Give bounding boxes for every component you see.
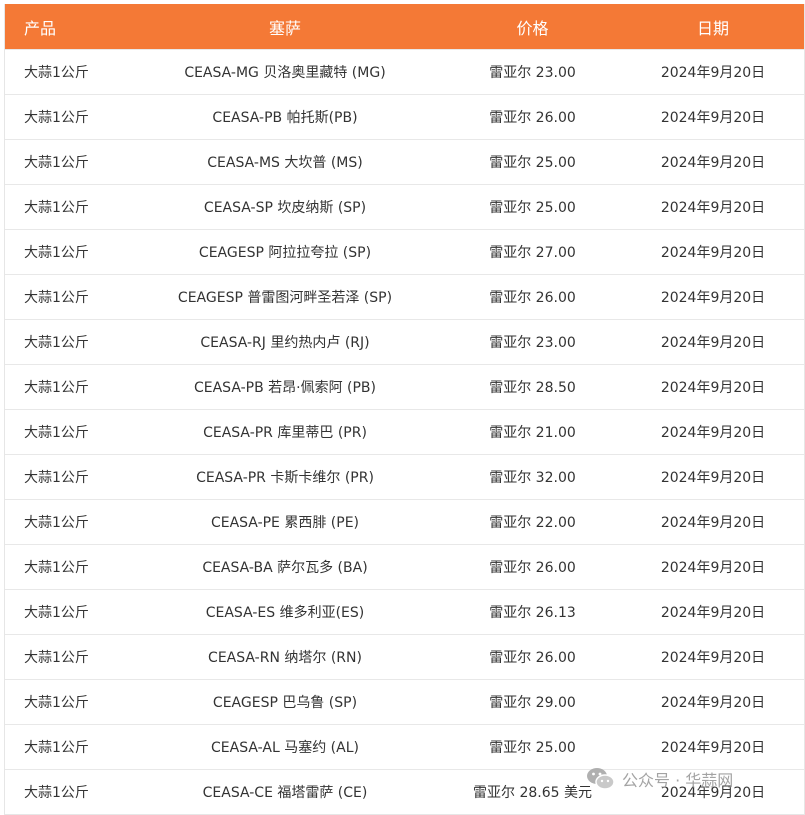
cell-ceasa: CEASA-PB 若昂·佩索阿 (PB) bbox=[127, 364, 443, 410]
cell-ceasa: CEASA-PE 累西腓 (PE) bbox=[127, 499, 443, 545]
cell-product: 大蒜1公斤 bbox=[5, 679, 127, 725]
table-row: 大蒜1公斤 CEASA-ES 维多利亚(ES) 雷亚尔 26.13 2024年9月20… bbox=[5, 589, 804, 635]
cell-date: 2024年9月20日 bbox=[622, 499, 804, 545]
table-row: 大蒜1公斤 CEASA-MS 大坎普 (MS) 雷亚尔 25.00 2024年9月20… bbox=[5, 139, 804, 185]
cell-product: 大蒜1公斤 bbox=[5, 139, 127, 185]
cell-price: 雷亚尔 28.50 bbox=[443, 364, 622, 410]
cell-ceasa: CEAGESP 普雷图河畔圣若泽 (SP) bbox=[127, 274, 443, 320]
cell-product: 大蒜1公斤 bbox=[5, 94, 127, 140]
cell-ceasa: CEASA-RN 纳塔尔 (RN) bbox=[127, 634, 443, 680]
cell-price: 雷亚尔 22.00 bbox=[443, 499, 622, 545]
cell-date: 2024年9月20日 bbox=[622, 184, 804, 230]
cell-ceasa: CEASA-ES 维多利亚(ES) bbox=[127, 589, 443, 635]
table-row: 大蒜1公斤 CEAGESP 普雷图河畔圣若泽 (SP) 雷亚尔 26.00 2024年… bbox=[5, 274, 804, 320]
cell-price: 雷亚尔 26.00 bbox=[443, 544, 622, 590]
cell-product: 大蒜1公斤 bbox=[5, 589, 127, 635]
cell-ceasa: CEASA-PR 卡斯卡维尔 (PR) bbox=[127, 454, 443, 500]
cell-product: 大蒜1公斤 bbox=[5, 274, 127, 320]
table-row: 大蒜1公斤 CEASA-SP 坎皮纳斯 (SP) 雷亚尔 25.00 2024年9月2… bbox=[5, 184, 804, 230]
cell-product: 大蒜1公斤 bbox=[5, 409, 127, 455]
price-table-container: 产品 塞萨 价格 日期 大蒜1公斤 CEASA-MG 贝洛奥里藏特 (MG) 雷亚尔… bbox=[4, 4, 805, 815]
cell-product: 大蒜1公斤 bbox=[5, 319, 127, 365]
table-row: 大蒜1公斤 CEASA-PR 卡斯卡维尔 (PR) 雷亚尔 32.00 2024年9月… bbox=[5, 454, 804, 500]
cell-product: 大蒜1公斤 bbox=[5, 229, 127, 275]
cell-ceasa: CEASA-PB 帕托斯(PB) bbox=[127, 94, 443, 140]
cell-price: 雷亚尔 26.00 bbox=[443, 94, 622, 140]
cell-ceasa: CEASA-PR 库里蒂巴 (PR) bbox=[127, 409, 443, 455]
table-row: 大蒜1公斤 CEAGESP 巴乌鲁 (SP) 雷亚尔 29.00 2024年9月20日 bbox=[5, 679, 804, 725]
header-date: 日期 bbox=[622, 4, 804, 50]
cell-date: 2024年9月20日 bbox=[622, 724, 804, 770]
cell-price: 雷亚尔 32.00 bbox=[443, 454, 622, 500]
cell-product: 大蒜1公斤 bbox=[5, 634, 127, 680]
table-row: 大蒜1公斤 CEASA-PB 帕托斯(PB) 雷亚尔 26.00 2024年9月20日 bbox=[5, 94, 804, 140]
table-row: 大蒜1公斤 CEASA-PE 累西腓 (PE) 雷亚尔 22.00 2024年9月20… bbox=[5, 499, 804, 545]
header-ceasa: 塞萨 bbox=[127, 4, 443, 50]
cell-ceasa: CEASA-BA 萨尔瓦多 (BA) bbox=[127, 544, 443, 590]
table-row: 大蒜1公斤 CEASA-RJ 里约热内卢 (RJ) 雷亚尔 23.00 2024年9月… bbox=[5, 319, 804, 365]
cell-price: 雷亚尔 25.00 bbox=[443, 184, 622, 230]
cell-ceasa: CEASA-CE 福塔雷萨 (CE) bbox=[127, 769, 443, 814]
cell-price: 雷亚尔 26.13 bbox=[443, 589, 622, 635]
cell-product: 大蒜1公斤 bbox=[5, 769, 127, 814]
table-row: 大蒜1公斤 CEASA-MG 贝洛奥里藏特 (MG) 雷亚尔 23.00 2024年9… bbox=[5, 49, 804, 95]
cell-price: 雷亚尔 25.00 bbox=[443, 724, 622, 770]
table-row: 大蒜1公斤 CEAGESP 阿拉拉夸拉 (SP) 雷亚尔 27.00 2024年9月2… bbox=[5, 229, 804, 275]
cell-date: 2024年9月20日 bbox=[622, 49, 804, 95]
cell-price: 雷亚尔 29.00 bbox=[443, 679, 622, 725]
header-row: 产品 塞萨 价格 日期 bbox=[5, 4, 804, 50]
cell-price: 雷亚尔 25.00 bbox=[443, 139, 622, 185]
cell-date: 2024年9月20日 bbox=[622, 544, 804, 590]
cell-product: 大蒜1公斤 bbox=[5, 724, 127, 770]
cell-ceasa: CEASA-MS 大坎普 (MS) bbox=[127, 139, 443, 185]
cell-product: 大蒜1公斤 bbox=[5, 454, 127, 500]
cell-date: 2024年9月20日 bbox=[622, 139, 804, 185]
header-price: 价格 bbox=[443, 4, 622, 50]
cell-ceasa: CEAGESP 巴乌鲁 (SP) bbox=[127, 679, 443, 725]
cell-price: 雷亚尔 26.00 bbox=[443, 274, 622, 320]
table-header: 产品 塞萨 价格 日期 bbox=[5, 4, 804, 50]
cell-product: 大蒜1公斤 bbox=[5, 544, 127, 590]
table-body: 大蒜1公斤 CEASA-MG 贝洛奥里藏特 (MG) 雷亚尔 23.00 2024年9… bbox=[5, 49, 804, 814]
cell-price: 雷亚尔 23.00 bbox=[443, 319, 622, 365]
table-row: 大蒜1公斤 CEASA-BA 萨尔瓦多 (BA) 雷亚尔 26.00 2024年9月2… bbox=[5, 544, 804, 590]
cell-date: 2024年9月20日 bbox=[622, 454, 804, 500]
cell-ceasa: CEAGESP 阿拉拉夸拉 (SP) bbox=[127, 229, 443, 275]
header-product: 产品 bbox=[5, 4, 127, 50]
cell-product: 大蒜1公斤 bbox=[5, 49, 127, 95]
cell-product: 大蒜1公斤 bbox=[5, 364, 127, 410]
cell-ceasa: CEASA-AL 马塞约 (AL) bbox=[127, 724, 443, 770]
cell-product: 大蒜1公斤 bbox=[5, 499, 127, 545]
cell-date: 2024年9月20日 bbox=[622, 769, 804, 814]
cell-price: 雷亚尔 21.00 bbox=[443, 409, 622, 455]
price-table: 产品 塞萨 价格 日期 大蒜1公斤 CEASA-MG 贝洛奥里藏特 (MG) 雷亚尔… bbox=[5, 4, 804, 814]
cell-ceasa: CEASA-MG 贝洛奥里藏特 (MG) bbox=[127, 49, 443, 95]
cell-ceasa: CEASA-SP 坎皮纳斯 (SP) bbox=[127, 184, 443, 230]
cell-date: 2024年9月20日 bbox=[622, 679, 804, 725]
table-row: 大蒜1公斤 CEASA-AL 马塞约 (AL) 雷亚尔 25.00 2024年9月20… bbox=[5, 724, 804, 770]
cell-date: 2024年9月20日 bbox=[622, 589, 804, 635]
cell-date: 2024年9月20日 bbox=[622, 274, 804, 320]
cell-product: 大蒜1公斤 bbox=[5, 184, 127, 230]
cell-date: 2024年9月20日 bbox=[622, 634, 804, 680]
cell-price: 雷亚尔 26.00 bbox=[443, 634, 622, 680]
table-row: 大蒜1公斤 CEASA-CE 福塔雷萨 (CE) 雷亚尔 28.65 美元 2024年… bbox=[5, 769, 804, 814]
table-row: 大蒜1公斤 CEASA-PB 若昂·佩索阿 (PB) 雷亚尔 28.50 2024年9… bbox=[5, 364, 804, 410]
cell-date: 2024年9月20日 bbox=[622, 94, 804, 140]
cell-price: 雷亚尔 28.65 美元 bbox=[443, 769, 622, 814]
cell-price: 雷亚尔 23.00 bbox=[443, 49, 622, 95]
table-row: 大蒜1公斤 CEASA-PR 库里蒂巴 (PR) 雷亚尔 21.00 2024年9月2… bbox=[5, 409, 804, 455]
cell-price: 雷亚尔 27.00 bbox=[443, 229, 622, 275]
cell-ceasa: CEASA-RJ 里约热内卢 (RJ) bbox=[127, 319, 443, 365]
cell-date: 2024年9月20日 bbox=[622, 229, 804, 275]
cell-date: 2024年9月20日 bbox=[622, 364, 804, 410]
cell-date: 2024年9月20日 bbox=[622, 409, 804, 455]
cell-date: 2024年9月20日 bbox=[622, 319, 804, 365]
table-row: 大蒜1公斤 CEASA-RN 纳塔尔 (RN) 雷亚尔 26.00 2024年9月20… bbox=[5, 634, 804, 680]
